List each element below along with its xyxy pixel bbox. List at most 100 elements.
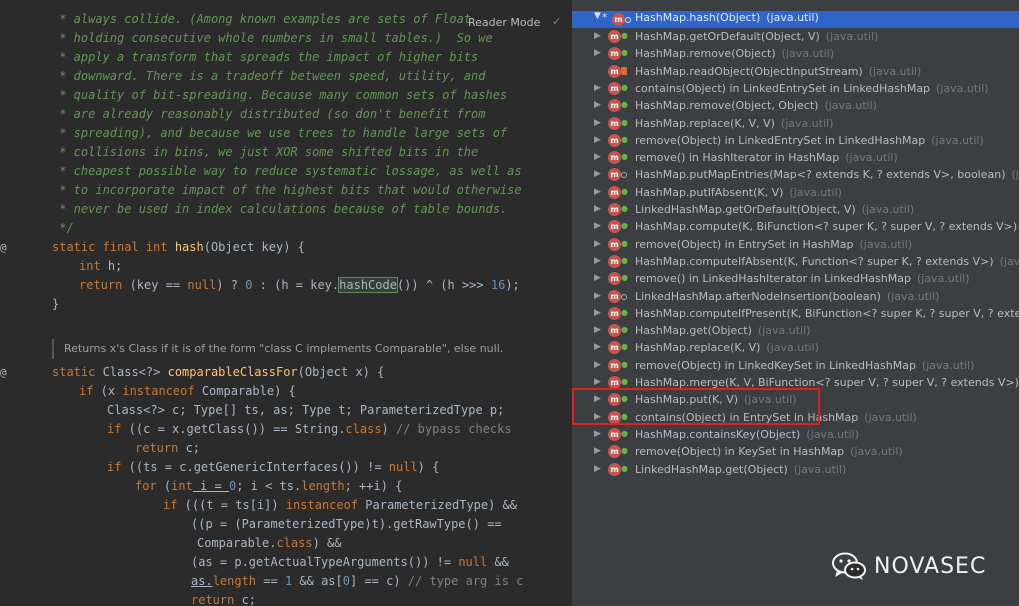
wechat-icon bbox=[832, 552, 866, 580]
tree-item[interactable]: ▶ m ● HashMap.containsKey(Object) (java.util… bbox=[572, 426, 1019, 443]
tree-item-label: LinkedHashMap.afterNodeInsertion(boolean… bbox=[635, 289, 940, 303]
method-icon: m bbox=[608, 341, 621, 355]
star-icon: * bbox=[602, 11, 608, 24]
public-icon: ● bbox=[621, 204, 628, 213]
doc-comment-line: * spreading), and because we use trees t… bbox=[52, 126, 508, 140]
code-line: ((p = (ParameterizedType)t).getRawType()… bbox=[191, 517, 502, 531]
tree-item-label: HashMap.computeIfPresent(K, BiFunction<?… bbox=[635, 306, 1019, 320]
tree-item[interactable]: ▶ m ● LinkedHashMap.get(Object) (java.util) bbox=[572, 461, 1019, 478]
tree-item[interactable]: ▶ m ● HashMap.computeIfAbsent(K, Function<?… bbox=[572, 253, 1019, 270]
public-icon: ● bbox=[621, 117, 628, 127]
tree-item[interactable]: m HashMap.readObject(ObjectInputStream) (j… bbox=[572, 63, 1019, 80]
code-line: (as = p.getActualTypeArguments()) != nul… bbox=[191, 555, 509, 569]
tree-item[interactable]: ▶ m ● HashMap.getOrDefault(Object, V) (java.… bbox=[572, 28, 1019, 45]
expand-arrow-icon[interactable]: ▶ bbox=[594, 253, 604, 270]
expand-arrow-icon[interactable]: ▶ bbox=[594, 322, 604, 339]
public-icon: ● bbox=[621, 428, 628, 438]
code-line: return c; bbox=[191, 593, 257, 606]
method-icon: m bbox=[608, 30, 621, 43]
expand-arrow-icon[interactable]: ▶ bbox=[594, 357, 604, 374]
code-line: int h; bbox=[79, 259, 123, 273]
tree-item[interactable]: ▶ m ● contains(Object) in LinkedEntrySet in… bbox=[572, 80, 1019, 97]
public-icon: ● bbox=[621, 273, 628, 283]
code-line: as.length == 1 && as[0] == c) // type ar… bbox=[191, 574, 524, 588]
public-icon: ● bbox=[621, 31, 628, 40]
method-icon: m bbox=[608, 168, 621, 182]
doc-comment-line: * cheapest possible way to reduce system… bbox=[52, 164, 522, 178]
override-gutter-icon[interactable]: @ bbox=[0, 241, 10, 255]
tree-item[interactable]: ▶ m ● remove() in HashIterator in HashMap (j… bbox=[572, 149, 1019, 166]
tree-item[interactable]: ▶ m ● HashMap.replace(K, V, V) (java.util) bbox=[572, 115, 1019, 132]
doc-comment-line: * are already reasonably distributed (so… bbox=[52, 107, 486, 121]
public-icon: ● bbox=[621, 100, 628, 110]
private-lock-icon bbox=[621, 66, 627, 75]
tree-item[interactable]: ▶ m ● HashMap.replace(K, V) (java.util) bbox=[572, 339, 1019, 356]
expand-arrow-icon[interactable]: ▶ bbox=[594, 461, 604, 478]
public-icon: ● bbox=[621, 463, 628, 473]
expand-arrow-icon[interactable]: ▶ bbox=[594, 270, 604, 287]
tree-item[interactable]: ▶ m ● remove() in LinkedHashIterator in Lin… bbox=[572, 270, 1019, 287]
tree-item-label: remove() in LinkedHashIterator in Linked… bbox=[635, 272, 970, 286]
tree-item[interactable]: ▶ m ● HashMap.compute(K, BiFunction<? super… bbox=[572, 218, 1019, 235]
tree-item-label: contains(Object) in LinkedEntrySet in Li… bbox=[635, 81, 989, 95]
tree-item[interactable]: ▶ m ● HashMap.remove(Object) (java.util) bbox=[572, 45, 1019, 62]
method-icon: m bbox=[608, 358, 621, 372]
rendered-doc-comment[interactable]: Returns x's Class if it is of the form "… bbox=[52, 339, 504, 359]
tree-root-row[interactable]: ▼ * m HashMap.hash(Object) (java.util) bbox=[572, 11, 1019, 28]
expand-arrow-icon[interactable]: ▶ bbox=[594, 28, 604, 45]
tree-item[interactable]: ▶ m ● remove(Object) in EntrySet in HashMap… bbox=[572, 236, 1019, 253]
expand-arrow-icon[interactable]: ▶ bbox=[594, 339, 604, 356]
public-icon: ● bbox=[621, 377, 628, 386]
method-icon: m bbox=[608, 306, 621, 320]
expand-arrow-icon[interactable]: ▶ bbox=[594, 218, 604, 235]
watermark-text: NOVASEC bbox=[874, 553, 987, 579]
expand-arrow-icon[interactable]: ▶ bbox=[594, 149, 604, 166]
expand-arrow-icon[interactable]: ▶ bbox=[594, 45, 604, 62]
tree-item[interactable]: ▶ m ● LinkedHashMap.getOrDefault(Object, V)… bbox=[572, 201, 1019, 218]
highlight-box bbox=[572, 388, 820, 425]
method-icon: m bbox=[608, 324, 621, 338]
expand-arrow-icon[interactable]: ▶ bbox=[594, 236, 604, 253]
tree-item[interactable]: ▶ m ● remove(Object) in LinkedEntrySet in L… bbox=[572, 132, 1019, 149]
code-line: } bbox=[52, 297, 60, 311]
expand-arrow-icon[interactable]: ▶ bbox=[594, 184, 604, 201]
expand-arrow-icon[interactable]: ▶ bbox=[594, 426, 604, 443]
expand-arrow-icon[interactable]: ▶ bbox=[594, 443, 604, 460]
tree-item[interactable]: ▶ m ● remove(Object) in LinkedKeySet in Lin… bbox=[572, 357, 1019, 374]
hashcode-highlight[interactable]: hashCode bbox=[338, 277, 398, 293]
doc-comment-line: */ bbox=[52, 221, 74, 235]
reader-mode-button[interactable]: Reader Mode bbox=[462, 14, 546, 32]
expand-arrow-icon[interactable]: ▶ bbox=[594, 288, 604, 305]
tree-item-label: HashMap.putMapEntries(Map<? extends K, ?… bbox=[635, 168, 1019, 182]
method-icon: m bbox=[608, 462, 621, 476]
expand-arrow-icon[interactable]: ▶ bbox=[594, 80, 604, 97]
method-icon: m bbox=[608, 237, 621, 251]
expand-arrow-icon[interactable]: ▶ bbox=[594, 115, 604, 132]
call-hierarchy-tree[interactable]: ▼ * m HashMap.hash(Object) (java.util) ▶ m… bbox=[572, 0, 1019, 606]
expand-arrow-icon[interactable]: ▶ bbox=[594, 305, 604, 322]
public-icon: ● bbox=[621, 238, 628, 248]
override-gutter-icon[interactable]: @ bbox=[0, 366, 10, 380]
tree-item-label: LinkedHashMap.get(Object) (java.util) bbox=[635, 462, 847, 476]
expand-arrow-icon[interactable]: ▶ bbox=[594, 132, 604, 149]
tree-item[interactable]: ▶ m ● remove(Object) in KeySet in HashMap (j… bbox=[572, 443, 1019, 460]
tree-item[interactable]: ▶ m ● HashMap.get(Object) (java.util) bbox=[572, 322, 1019, 339]
code-line: return c; bbox=[135, 441, 201, 455]
tree-item[interactable]: ▶ m HashMap.putMapEntries(Map<? extends K,… bbox=[572, 166, 1019, 183]
tree-item[interactable]: ▶ m LinkedHashMap.afterNodeInsertion(boole… bbox=[572, 288, 1019, 305]
public-icon: ● bbox=[621, 307, 628, 317]
expand-arrow-icon[interactable]: ▶ bbox=[594, 166, 604, 183]
code-editor[interactable]: @ @ * always collide. (Among known examp… bbox=[0, 0, 572, 606]
tree-item-label: HashMap.remove(Object, Object) (java.util… bbox=[635, 99, 877, 113]
tree-item[interactable]: ▶ m ● HashMap.remove(Object, Object) (java.u… bbox=[572, 97, 1019, 114]
tree-item-label: HashMap.replace(K, V) (java.util) bbox=[635, 341, 819, 355]
expand-arrow-icon[interactable]: ▶ bbox=[594, 97, 604, 114]
expand-arrow-icon[interactable]: ▶ bbox=[594, 201, 604, 218]
method-icon: m bbox=[608, 220, 621, 234]
inspection-ok-icon[interactable]: ✓ bbox=[552, 15, 561, 28]
tree-item[interactable]: ▶ m ● HashMap.putIfAbsent(K, V) (java.util) bbox=[572, 184, 1019, 201]
code-line-hash-return: return (key == null) ? 0 : (h = key.hash… bbox=[79, 277, 520, 293]
public-icon: ● bbox=[621, 325, 628, 335]
tree-item-label: HashMap.containsKey(Object) (java.util) bbox=[635, 427, 859, 441]
tree-item[interactable]: ▶ m ● HashMap.computeIfPresent(K, BiFunctio… bbox=[572, 305, 1019, 322]
